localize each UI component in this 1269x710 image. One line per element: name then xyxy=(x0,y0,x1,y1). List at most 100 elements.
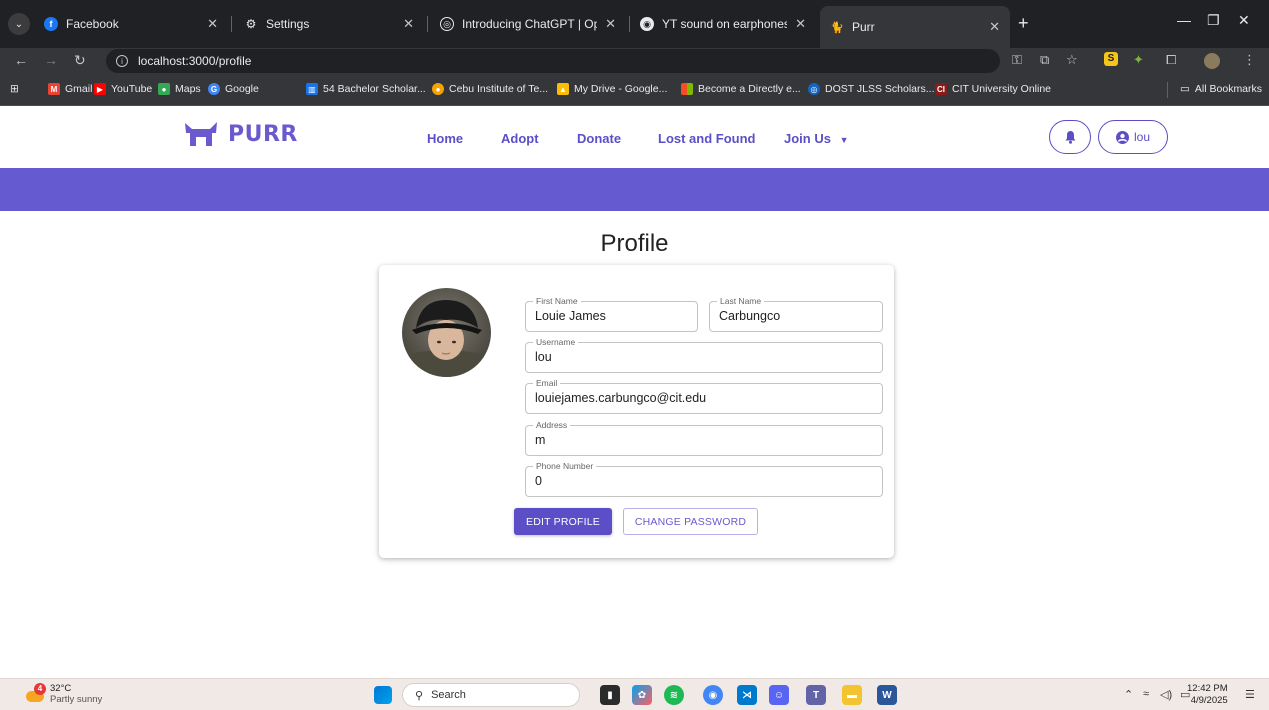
bookmark-directly[interactable]: Become a Directly e... xyxy=(681,83,801,95)
nav-join-us[interactable]: Join Us ▼ xyxy=(784,131,849,146)
url-omnibox[interactable]: i localhost:3000/profile xyxy=(106,49,1000,73)
tab-title: Purr xyxy=(852,20,875,34)
windows-start-icon[interactable] xyxy=(374,686,392,704)
bell-icon xyxy=(1065,131,1075,144)
extensions-puzzle-icon[interactable]: ⧠ xyxy=(1166,52,1176,68)
weather-text: Partly sunny xyxy=(50,694,103,705)
system-clock[interactable]: 12:42 PM 4/9/2025 xyxy=(1187,683,1228,707)
bookmark-cit-online[interactable]: CI CIT University Online xyxy=(935,83,1051,95)
first-name-field[interactable]: First Name xyxy=(525,296,698,332)
file-explorer-icon[interactable]: ▬ xyxy=(842,685,862,705)
microsoft-icon xyxy=(681,83,693,95)
tab-settings[interactable]: ⚙ Settings ✕ xyxy=(234,8,424,40)
close-icon[interactable]: ✕ xyxy=(207,16,218,32)
bookmark-label: Google xyxy=(225,83,259,95)
password-key-icon[interactable]: ⚿ xyxy=(1012,52,1022,68)
bookmark-dost-jlss[interactable]: ◎ DOST JLSS Scholars... xyxy=(808,83,935,95)
more-menu-icon[interactable]: ⋮ xyxy=(1243,52,1256,68)
bookmark-maps[interactable]: ● Maps xyxy=(158,83,201,95)
wifi-icon[interactable]: ≈ xyxy=(1143,688,1149,700)
extension-s-icon[interactable]: S xyxy=(1104,52,1118,66)
purr-logo[interactable]: PURR xyxy=(182,120,298,148)
cast-icon[interactable]: ⧉ xyxy=(1040,52,1049,68)
new-tab-icon[interactable]: + xyxy=(1018,14,1029,32)
weather-widget[interactable]: 4 32°C Partly sunny xyxy=(26,683,102,705)
profile-avatar xyxy=(402,288,491,377)
address-bar: ← → ↻ i localhost:3000/profile ⚿ ⧉ ☆ S ✦… xyxy=(0,48,1269,74)
tab-separator xyxy=(427,16,428,32)
tab-chatgpt[interactable]: ◎ Introducing ChatGPT | OpenAI ✕ xyxy=(430,8,626,40)
tab-search-icon[interactable]: ⌄ xyxy=(8,13,30,35)
discord-icon[interactable]: ☺ xyxy=(769,685,789,705)
email-field[interactable]: Email xyxy=(525,378,883,414)
site-info-icon[interactable]: i xyxy=(116,55,128,67)
reload-icon[interactable]: ↻ xyxy=(74,52,86,69)
email-input[interactable] xyxy=(535,391,873,405)
username-field-label: Username xyxy=(533,337,579,347)
tab-purr[interactable]: 🐈 Purr ✕ xyxy=(820,6,1010,48)
tab-title: YT sound on earphones xyxy=(662,17,788,31)
chrome-icon[interactable]: ◉ xyxy=(703,685,723,705)
nav-donate[interactable]: Donate xyxy=(577,131,621,146)
notification-center-icon[interactable]: ☰ xyxy=(1245,688,1255,701)
close-icon[interactable]: ✕ xyxy=(403,16,414,32)
window-close-icon[interactable]: ✕ xyxy=(1238,12,1250,29)
bookmark-gmail[interactable]: M Gmail xyxy=(48,83,92,95)
close-icon[interactable]: ✕ xyxy=(795,16,806,32)
address-field[interactable]: Address xyxy=(525,420,883,456)
word-icon[interactable]: W xyxy=(877,685,897,705)
teams-icon[interactable]: T xyxy=(806,685,826,705)
logo-text: PURR xyxy=(228,121,298,147)
apps-grid-icon[interactable]: ⊞ xyxy=(10,83,19,95)
bookmark-bachelor-scholar[interactable]: ▥ 54 Bachelor Scholar... xyxy=(306,83,426,95)
close-icon[interactable]: ✕ xyxy=(989,19,1000,35)
nav-home[interactable]: Home xyxy=(427,131,463,146)
bookmark-cebu-institute[interactable]: ● Cebu Institute of Te... xyxy=(432,83,548,95)
last-name-field[interactable]: Last Name xyxy=(709,296,883,332)
copilot-icon[interactable]: ✿ xyxy=(632,685,652,705)
bookmark-label: All Bookmarks xyxy=(1194,83,1263,95)
forward-icon[interactable]: → xyxy=(44,52,58,68)
bookmark-youtube[interactable]: ▶ YouTube xyxy=(94,83,152,95)
nav-adopt[interactable]: Adopt xyxy=(501,131,539,146)
edit-profile-button[interactable]: EDIT PROFILE xyxy=(514,508,612,535)
notifications-button[interactable] xyxy=(1049,120,1091,154)
minimize-icon[interactable]: — xyxy=(1177,12,1191,28)
caret-down-icon: ▼ xyxy=(839,135,849,145)
extension-leaf-icon[interactable]: ✦ xyxy=(1133,52,1144,68)
taskbar-search[interactable]: ⚲ Search xyxy=(402,683,580,707)
chatgpt-icon: ◉ xyxy=(640,17,654,31)
dost-icon: ◎ xyxy=(808,83,820,95)
change-password-button[interactable]: CHANGE PASSWORD xyxy=(623,508,758,535)
nav-lost-and-found[interactable]: Lost and Found xyxy=(658,131,755,146)
phone-number-input[interactable] xyxy=(535,474,873,488)
clock-time: 12:42 PM xyxy=(1187,683,1228,694)
close-icon[interactable]: ✕ xyxy=(605,16,616,32)
bookmark-my-drive[interactable]: ▲ My Drive - Google... xyxy=(557,83,667,95)
back-icon[interactable]: ← xyxy=(14,52,28,68)
volume-icon[interactable]: ◁) xyxy=(1160,688,1172,701)
cat-logo-icon xyxy=(185,122,217,146)
first-name-input[interactable] xyxy=(535,309,688,323)
tray-chevron-up-icon[interactable]: ⌃ xyxy=(1124,688,1133,701)
bookmarks-bar: ⊞ M Gmail ▶ YouTube ● Maps G Google ▥ 54 Bach… xyxy=(0,74,1269,106)
all-bookmarks[interactable]: ▭ All Bookmarks xyxy=(1180,83,1262,95)
tab-yt-sound[interactable]: ◉ YT sound on earphones ✕ xyxy=(630,8,816,40)
restore-icon[interactable]: ❐ xyxy=(1207,12,1220,29)
username-field[interactable]: Username xyxy=(525,337,883,373)
profile-avatar-icon[interactable] xyxy=(1204,53,1220,69)
spotify-icon[interactable]: ≋ xyxy=(664,685,684,705)
bookmark-label: DOST JLSS Scholars... xyxy=(825,83,935,95)
user-menu-button[interactable]: lou xyxy=(1098,120,1168,154)
vscode-icon[interactable]: ⋊ xyxy=(737,685,757,705)
profile-card: First Name Last Name Username Email Addr… xyxy=(379,265,894,558)
url-text: localhost:3000/profile xyxy=(138,54,252,68)
address-input[interactable] xyxy=(535,433,873,447)
bookmark-star-icon[interactable]: ☆ xyxy=(1066,52,1078,68)
last-name-input[interactable] xyxy=(719,309,873,323)
username-input[interactable] xyxy=(535,350,873,364)
phone-number-field[interactable]: Phone Number xyxy=(525,461,883,497)
task-view-icon[interactable]: ▮ xyxy=(600,685,620,705)
tab-facebook[interactable]: f Facebook ✕ xyxy=(34,8,228,40)
bookmark-google[interactable]: G Google xyxy=(208,83,259,95)
